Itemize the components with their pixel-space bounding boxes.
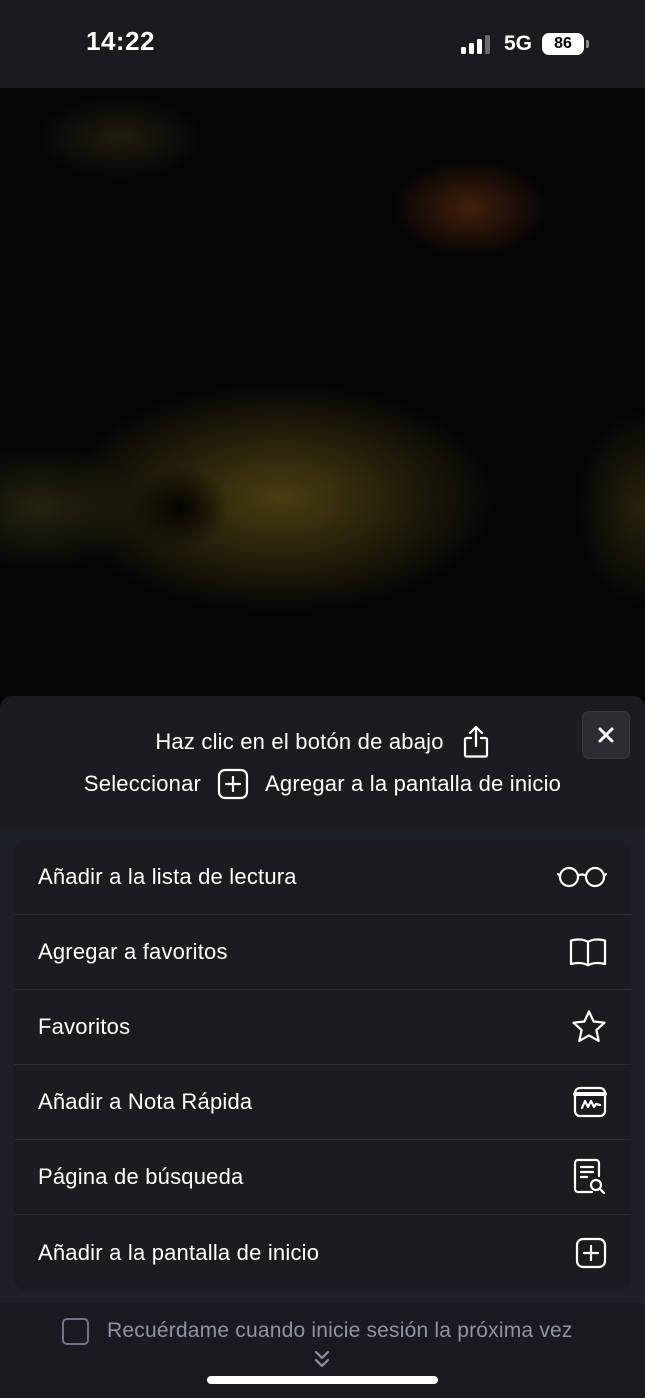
battery-icon: 86 (542, 33, 589, 55)
star-icon (555, 1007, 607, 1047)
screen: 14:22 5G 86 Haz clic en el botón de abaj… (0, 0, 645, 1398)
instruction-select-text: Seleccionar (83, 771, 202, 796)
menu-area: Añadir a la lista de lectura Agregar a f… (0, 828, 645, 1303)
menu-item-reading-list[interactable]: Añadir a la lista de lectura (14, 840, 631, 915)
add-to-home-sheet: Haz clic en el botón de abajo Selecciona… (0, 696, 645, 1398)
status-bar: 14:22 5G 86 (0, 0, 645, 88)
menu-item-quick-note[interactable]: Añadir a Nota Rápida (14, 1065, 631, 1140)
menu-item-label: Agregar a favoritos (38, 939, 228, 964)
remember-label: Recuérdame cuando inicie sesión la próxi… (107, 1319, 573, 1342)
instruction-text-1: Haz clic en el botón de abajo (155, 729, 444, 754)
quick-note-icon (555, 1082, 607, 1122)
instruction-line-1: Haz clic en el botón de abajo (0, 722, 645, 762)
cellular-signal-icon (460, 34, 490, 54)
sheet-instructions: Haz clic en el botón de abajo Selecciona… (0, 696, 645, 828)
instruction-add-home-text: Agregar a la pantalla de inicio (265, 771, 562, 796)
menu-item-favorites[interactable]: Favoritos (14, 990, 631, 1065)
remember-option[interactable]: Recuérdame cuando inicie sesión la próxi… (62, 1316, 573, 1346)
menu-item-label: Añadir a la lista de lectura (38, 864, 297, 889)
plus-square-icon (217, 768, 249, 800)
menu-item-add-home-screen[interactable]: Añadir a la pantalla de inicio (14, 1215, 631, 1290)
page-search-icon (555, 1157, 607, 1197)
blurred-web-content (0, 88, 645, 698)
menu-item-label: Página de búsqueda (38, 1164, 244, 1189)
book-icon (555, 932, 607, 972)
glasses-icon (555, 857, 607, 897)
share-menu: Añadir a la lista de lectura Agregar a f… (14, 840, 631, 1290)
menu-item-add-favorite[interactable]: Agregar a favoritos (14, 915, 631, 990)
battery-level: 86 (542, 33, 584, 55)
close-button[interactable] (582, 711, 630, 759)
close-icon (597, 726, 615, 744)
status-indicators: 5G 86 (460, 32, 589, 56)
double-chevron-down-icon[interactable] (311, 1348, 333, 1370)
remember-checkbox[interactable] (62, 1317, 89, 1345)
menu-item-label: Favoritos (38, 1014, 131, 1039)
network-type: 5G (503, 32, 532, 55)
plus-square-icon (555, 1233, 607, 1273)
menu-item-label: Añadir a la pantalla de inicio (38, 1239, 320, 1265)
home-indicator[interactable] (207, 1376, 438, 1384)
menu-item-label: Añadir a Nota Rápida (38, 1089, 253, 1114)
instruction-line-2: Seleccionar Agregar a la pantalla de ini… (0, 764, 645, 804)
share-icon (462, 725, 490, 759)
menu-item-page-search[interactable]: Página de búsqueda (14, 1140, 631, 1215)
status-time: 14:22 (86, 26, 155, 56)
